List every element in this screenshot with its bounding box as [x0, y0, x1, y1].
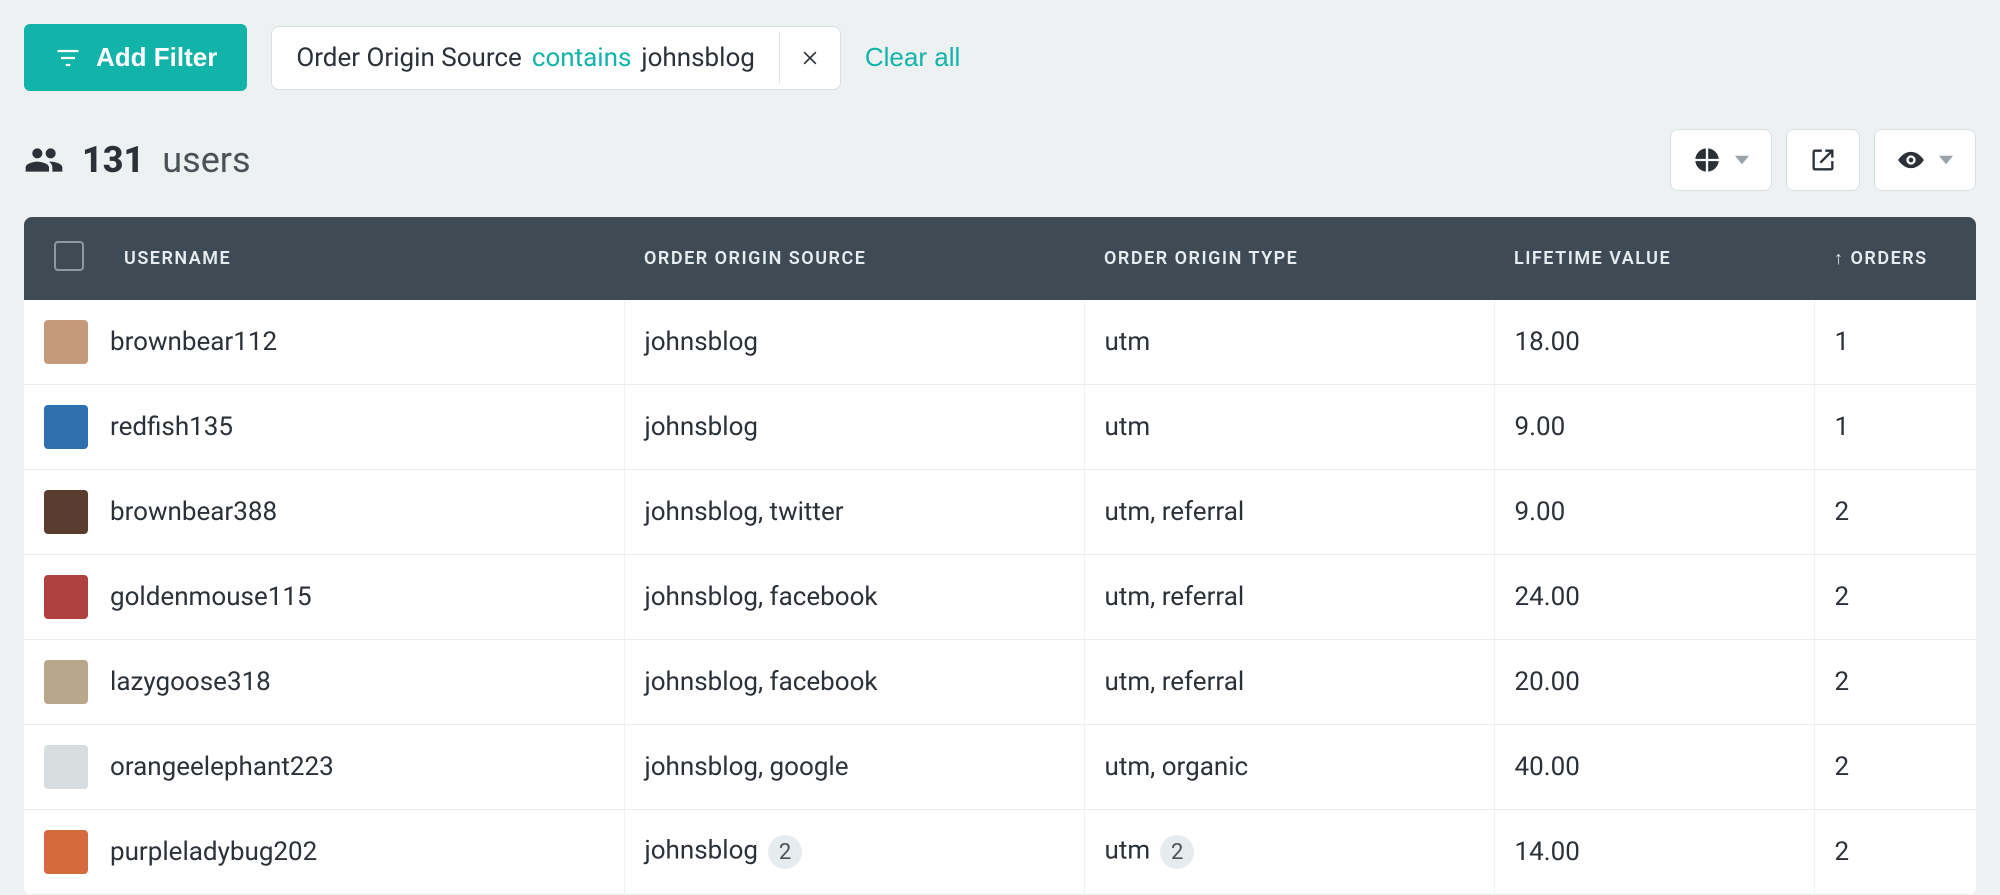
filter-bar: Add Filter Order Origin Source contains … — [0, 0, 2000, 91]
filter-icon — [54, 44, 82, 72]
origin-source-cell: johnsblog, facebook — [624, 555, 1084, 640]
orders-cell: 1 — [1814, 385, 1976, 470]
username-text: brownbear388 — [110, 497, 277, 527]
origin-type-cell: utm2 — [1084, 810, 1494, 895]
table-row[interactable]: purpleladybug202johnsblog2utm214.002 — [24, 810, 1976, 895]
username-cell[interactable]: brownbear388 — [24, 470, 624, 555]
username-cell[interactable]: redfish135 — [24, 385, 624, 470]
sort-asc-icon: ↑ — [1834, 248, 1845, 269]
close-icon — [800, 48, 820, 68]
username-cell[interactable]: goldenmouse115 — [24, 555, 624, 640]
origin-type-cell: utm, organic — [1084, 725, 1494, 810]
avatar — [44, 320, 88, 364]
username-text: lazygoose318 — [110, 667, 271, 697]
table-row[interactable]: goldenmouse115 johnsblog, facebookutm, re… — [24, 555, 1976, 640]
origin-source-cell: johnsblog2 — [624, 810, 1084, 895]
table-row[interactable]: orangeelephant223 johnsblog, googleutm, o… — [24, 725, 1976, 810]
username-cell[interactable]: orangeelephant223 — [24, 725, 624, 810]
origin-type-cell: utm — [1084, 300, 1494, 385]
filter-operator: contains — [532, 43, 632, 73]
username-text: purpleladybug202 — [110, 837, 317, 867]
results-count: 131 users — [24, 139, 251, 181]
username-text: brownbear112 — [110, 327, 277, 357]
column-header-origin-type[interactable]: ORDER ORIGIN TYPE — [1084, 217, 1494, 300]
avatar — [44, 660, 88, 704]
column-header-username[interactable]: USERNAME — [104, 217, 624, 300]
username-text: redfish135 — [110, 412, 233, 442]
origin-type-cell: utm, referral — [1084, 470, 1494, 555]
lifetime-value-cell: 14.00 — [1494, 810, 1814, 895]
origin-source-cell: johnsblog, facebook — [624, 640, 1084, 725]
orders-cell: 2 — [1814, 640, 1976, 725]
origin-type-cell: utm, referral — [1084, 555, 1494, 640]
users-table-wrap: USERNAME ORDER ORIGIN SOURCE ORDER ORIGI… — [0, 217, 2000, 895]
pie-chart-icon — [1693, 146, 1721, 174]
filter-chip-text: Order Origin Source contains johnsblog — [272, 27, 779, 89]
lifetime-value-cell: 18.00 — [1494, 300, 1814, 385]
results-count-unit: users — [162, 139, 250, 181]
eye-icon — [1897, 146, 1925, 174]
origin-source-cell: johnsblog — [624, 385, 1084, 470]
users-icon — [24, 140, 64, 180]
export-button[interactable] — [1786, 129, 1860, 191]
table-header-row: USERNAME ORDER ORIGIN SOURCE ORDER ORIGI… — [24, 217, 1976, 300]
lifetime-value-cell: 40.00 — [1494, 725, 1814, 810]
count-badge: 2 — [768, 835, 802, 869]
lifetime-value-cell: 9.00 — [1494, 470, 1814, 555]
count-badge: 2 — [1160, 835, 1194, 869]
username-text: orangeelephant223 — [110, 752, 334, 782]
origin-source-cell: johnsblog, google — [624, 725, 1084, 810]
avatar — [44, 405, 88, 449]
chevron-down-icon — [1735, 153, 1749, 167]
avatar — [44, 575, 88, 619]
origin-source-cell: johnsblog, twitter — [624, 470, 1084, 555]
lifetime-value-cell: 24.00 — [1494, 555, 1814, 640]
column-header-origin-source[interactable]: ORDER ORIGIN SOURCE — [624, 217, 1084, 300]
filter-field: Order Origin Source — [296, 43, 521, 73]
username-cell[interactable]: brownbear112 — [24, 300, 624, 385]
column-header-orders[interactable]: ↑ORDERS — [1814, 217, 1976, 300]
lifetime-value-cell: 20.00 — [1494, 640, 1814, 725]
table-row[interactable]: lazygoose318 johnsblog, facebookutm, refe… — [24, 640, 1976, 725]
origin-type-cell: utm — [1084, 385, 1494, 470]
origin-type-cell: utm, referral — [1084, 640, 1494, 725]
origin-source-cell: johnsblog — [624, 300, 1084, 385]
chart-menu-button[interactable] — [1670, 129, 1772, 191]
filter-value: johnsblog — [641, 43, 755, 73]
action-buttons — [1670, 129, 1976, 191]
table-row[interactable]: redfish135 johnsblogutm9.001 — [24, 385, 1976, 470]
avatar — [44, 830, 88, 874]
clear-all-button[interactable]: Clear all — [865, 42, 960, 73]
chevron-down-icon — [1939, 153, 1953, 167]
lifetime-value-cell: 9.00 — [1494, 385, 1814, 470]
filter-chip-remove-button[interactable] — [779, 32, 840, 84]
avatar — [44, 745, 88, 789]
results-header: 131 users — [0, 91, 2000, 217]
select-all-header[interactable] — [24, 217, 104, 300]
add-filter-label: Add Filter — [96, 42, 217, 73]
avatar — [44, 490, 88, 534]
username-text: goldenmouse115 — [110, 582, 312, 612]
orders-cell: 2 — [1814, 725, 1976, 810]
orders-cell: 2 — [1814, 555, 1976, 640]
column-header-lifetime-value[interactable]: LIFETIME VALUE — [1494, 217, 1814, 300]
orders-cell: 2 — [1814, 810, 1976, 895]
orders-cell: 1 — [1814, 300, 1976, 385]
username-cell[interactable]: purpleladybug202 — [24, 810, 624, 895]
filter-chip[interactable]: Order Origin Source contains johnsblog — [271, 26, 841, 90]
open-in-new-icon — [1809, 146, 1837, 174]
table-row[interactable]: brownbear388 johnsblog, twitterutm, refer… — [24, 470, 1976, 555]
users-table: USERNAME ORDER ORIGIN SOURCE ORDER ORIGI… — [24, 217, 1976, 895]
results-count-number: 131 — [82, 139, 144, 181]
add-filter-button[interactable]: Add Filter — [24, 24, 247, 91]
visibility-menu-button[interactable] — [1874, 129, 1976, 191]
table-row[interactable]: brownbear112 johnsblogutm18.001 — [24, 300, 1976, 385]
username-cell[interactable]: lazygoose318 — [24, 640, 624, 725]
select-all-checkbox[interactable] — [54, 241, 84, 271]
orders-cell: 2 — [1814, 470, 1976, 555]
